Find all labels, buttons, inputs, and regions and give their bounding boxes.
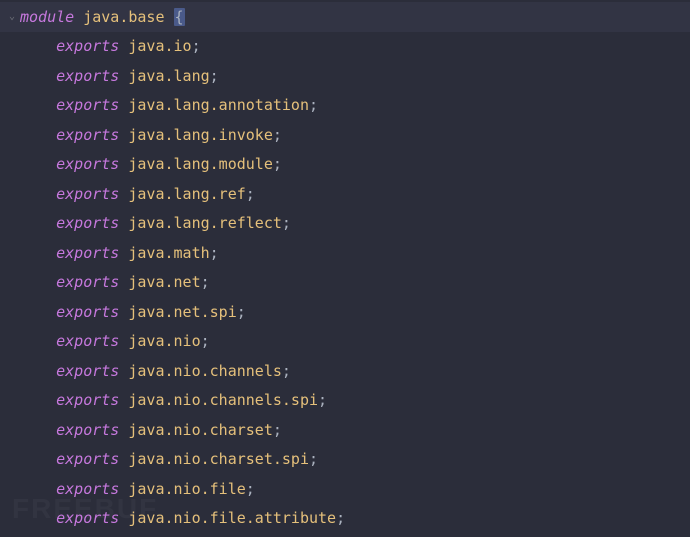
exports-keyword: exports xyxy=(56,185,119,203)
semicolon: ; xyxy=(318,391,327,409)
semicolon: ; xyxy=(282,362,291,380)
exports-keyword: exports xyxy=(56,421,119,439)
package-name: java.nio xyxy=(128,332,200,350)
exports-keyword: exports xyxy=(56,273,119,291)
fold-toggle-icon[interactable]: ⌄ xyxy=(4,11,20,22)
exports-keyword: exports xyxy=(56,96,119,114)
package-name: java.nio.charset.spi xyxy=(128,450,309,468)
export-line[interactable]: exports java.lang.module; xyxy=(0,150,690,180)
export-line[interactable]: exports java.nio.charset.spi; xyxy=(0,445,690,475)
package-name: java.lang.module xyxy=(128,155,273,173)
package-name: java.net xyxy=(128,273,200,291)
package-name: java.math xyxy=(128,244,209,262)
package-name: java.lang.invoke xyxy=(128,126,273,144)
semicolon: ; xyxy=(201,273,210,291)
exports-keyword: exports xyxy=(56,303,119,321)
exports-keyword: exports xyxy=(56,67,119,85)
open-brace: { xyxy=(174,8,185,26)
exports-keyword: exports xyxy=(56,37,119,55)
exports-keyword: exports xyxy=(56,391,119,409)
semicolon: ; xyxy=(309,96,318,114)
exports-keyword: exports xyxy=(56,362,119,380)
semicolon: ; xyxy=(210,244,219,262)
export-line[interactable]: exports java.nio.file.attribute; xyxy=(0,504,690,534)
package-name: java.nio.channels xyxy=(128,362,282,380)
module-declaration-line[interactable]: ⌄module java.base { xyxy=(0,2,690,32)
export-line[interactable]: exports java.net; xyxy=(0,268,690,298)
export-line[interactable]: exports java.lang; xyxy=(0,61,690,91)
module-keyword: module xyxy=(20,8,74,26)
exports-keyword: exports xyxy=(56,509,119,527)
exports-keyword: exports xyxy=(56,450,119,468)
semicolon: ; xyxy=(309,450,318,468)
semicolon: ; xyxy=(273,155,282,173)
package-name: java.nio.charset xyxy=(128,421,273,439)
exports-keyword: exports xyxy=(56,214,119,232)
package-name: java.lang.ref xyxy=(128,185,245,203)
exports-keyword: exports xyxy=(56,480,119,498)
semicolon: ; xyxy=(282,214,291,232)
package-name: java.lang xyxy=(128,67,209,85)
semicolon: ; xyxy=(273,126,282,144)
export-line[interactable]: exports java.lang.invoke; xyxy=(0,120,690,150)
export-line[interactable]: exports java.nio.channels.spi; xyxy=(0,386,690,416)
module-name: java.base xyxy=(83,8,164,26)
export-line[interactable]: exports java.math; xyxy=(0,238,690,268)
export-line[interactable]: exports java.net.spi; xyxy=(0,297,690,327)
semicolon: ; xyxy=(336,509,345,527)
export-line[interactable]: exports java.nio.channels; xyxy=(0,356,690,386)
package-name: java.io xyxy=(128,37,191,55)
semicolon: ; xyxy=(273,421,282,439)
package-name: java.nio.channels.spi xyxy=(128,391,318,409)
export-line[interactable]: exports java.nio.charset; xyxy=(0,415,690,445)
semicolon: ; xyxy=(201,332,210,350)
export-line[interactable]: exports java.lang.reflect; xyxy=(0,209,690,239)
exports-keyword: exports xyxy=(56,126,119,144)
package-name: java.nio.file.attribute xyxy=(128,509,336,527)
export-line[interactable]: exports java.nio; xyxy=(0,327,690,357)
export-line[interactable]: exports java.lang.ref; xyxy=(0,179,690,209)
exports-keyword: exports xyxy=(56,155,119,173)
semicolon: ; xyxy=(237,303,246,321)
semicolon: ; xyxy=(210,67,219,85)
semicolon: ; xyxy=(192,37,201,55)
export-line[interactable]: exports java.nio.file; xyxy=(0,474,690,504)
semicolon: ; xyxy=(246,185,255,203)
export-line[interactable]: exports java.lang.annotation; xyxy=(0,91,690,121)
semicolon: ; xyxy=(246,480,255,498)
export-line[interactable]: exports java.io; xyxy=(0,32,690,62)
exports-keyword: exports xyxy=(56,244,119,262)
exports-keyword: exports xyxy=(56,332,119,350)
package-name: java.nio.file xyxy=(128,480,245,498)
package-name: java.lang.reflect xyxy=(128,214,282,232)
code-editor[interactable]: ⌄module java.base { exports java.io; exp… xyxy=(0,2,690,533)
package-name: java.net.spi xyxy=(128,303,236,321)
package-name: java.lang.annotation xyxy=(128,96,309,114)
